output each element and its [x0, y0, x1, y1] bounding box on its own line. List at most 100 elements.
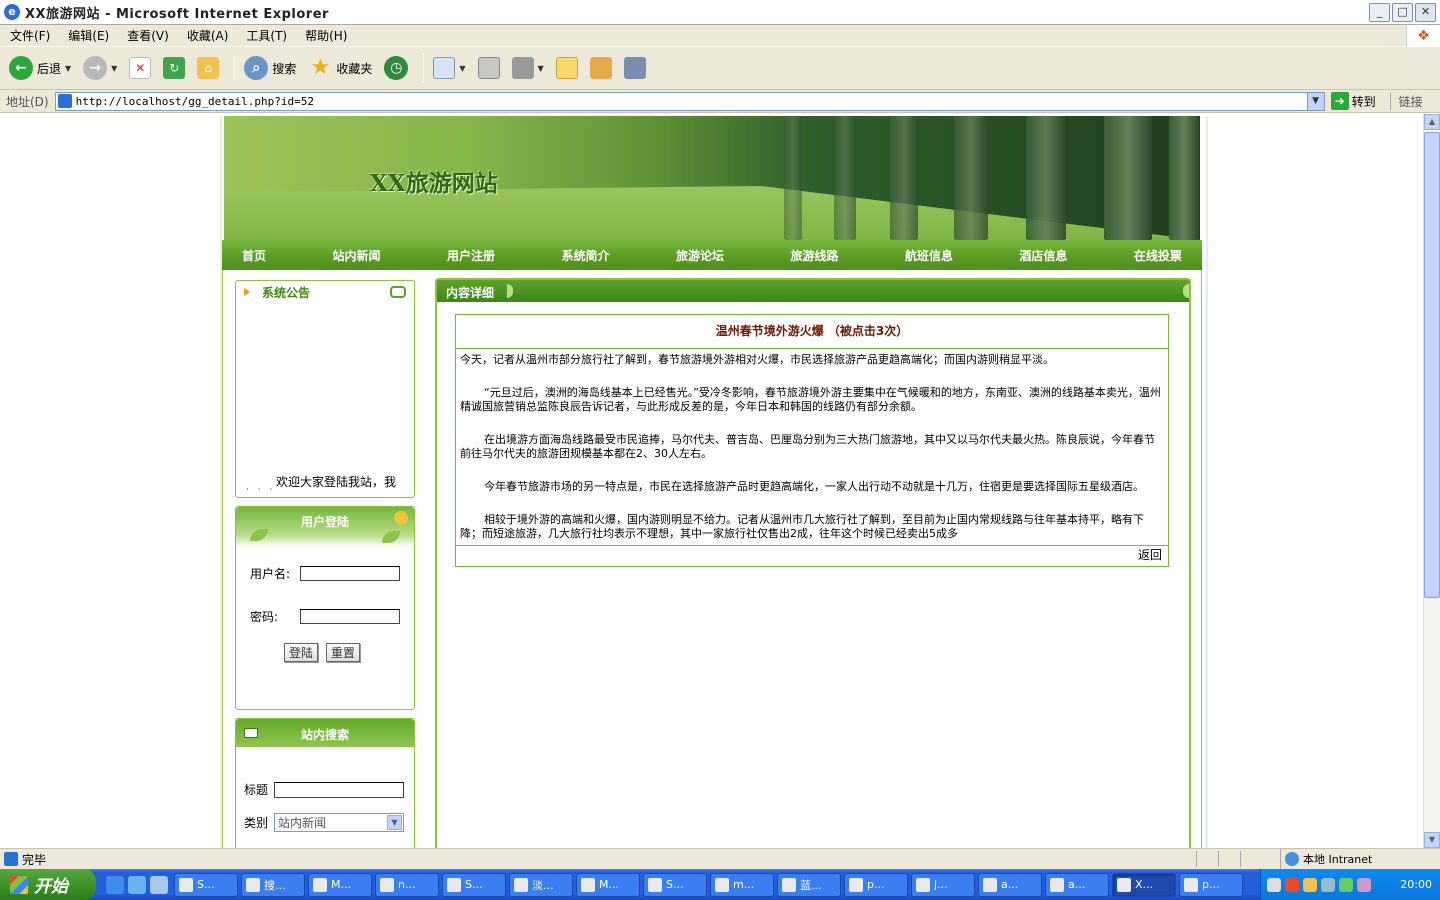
address-dropdown-icon[interactable]: ▼ [1306, 92, 1324, 110]
taskbar-item[interactable]: S... [442, 872, 506, 897]
taskbar-item-label: S... [666, 878, 684, 891]
tray-app-icon[interactable] [1285, 877, 1299, 892]
toolbar-divider [234, 53, 236, 83]
login-button[interactable]: 登陆 [284, 643, 319, 662]
tray-app-icon[interactable] [1339, 877, 1353, 892]
forward-button[interactable]: → ▼ [80, 51, 120, 85]
menu-view[interactable]: 查看(V) [127, 27, 169, 44]
history-button[interactable]: ◷ [381, 51, 411, 85]
go-button[interactable]: ➔ 转到 [1330, 92, 1376, 110]
address-url[interactable]: http://localhost/gg_detail.php?id=52 [76, 95, 314, 108]
address-input[interactable]: http://localhost/gg_detail.php?id=52 ▼ [54, 91, 1325, 111]
network-icon[interactable] [1267, 877, 1281, 892]
stop-button[interactable]: ✕ [126, 51, 154, 85]
search-button[interactable]: ⌕ 搜索 [241, 51, 299, 85]
taskbar-item[interactable]: a... [1045, 872, 1109, 897]
vertical-scrollbar[interactable]: ▲ ▼ [1423, 114, 1440, 848]
password-field[interactable] [300, 609, 400, 624]
taskbar-item-label: M... [599, 878, 619, 891]
nav-register[interactable]: 用户注册 [447, 247, 495, 264]
category-select[interactable]: 站内新闻 ▼ [274, 813, 404, 832]
taskbar-item[interactable]: p... [844, 872, 908, 897]
taskbar-item[interactable]: 淡... [509, 872, 573, 897]
favorites-button[interactable]: ★ 收藏夹 [305, 51, 375, 85]
menu-file[interactable]: 文件(F) [10, 27, 50, 44]
scroll-up-icon[interactable]: ▲ [1424, 114, 1440, 130]
menu-favorites[interactable]: 收藏(A) [187, 27, 229, 44]
toolbar-divider [423, 53, 425, 83]
main-nav: 首页 站内新闻 用户注册 系统简介 旅游论坛 旅游线路 航班信息 酒店信息 在线… [222, 240, 1202, 270]
tray-app-icon[interactable] [1303, 877, 1317, 892]
taskbar-item[interactable]: a... [978, 872, 1042, 897]
nav-vote[interactable]: 在线投票 [1134, 247, 1182, 264]
taskbar-item[interactable]: j... [911, 872, 975, 897]
note-icon [555, 57, 578, 79]
nav-home[interactable]: 首页 [242, 247, 266, 264]
volume-icon[interactable] [1357, 877, 1371, 892]
messenger-button[interactable] [621, 51, 649, 85]
reset-button[interactable]: 重置 [326, 643, 361, 662]
taskbar-item[interactable]: m... [710, 872, 774, 897]
maximize-button[interactable]: □ [1392, 3, 1413, 22]
dropdown-arrow-icon[interactable]: ▼ [111, 64, 117, 73]
taskbar-item[interactable]: 蓝... [777, 872, 841, 897]
app-icon [447, 877, 461, 892]
nav-news[interactable]: 站内新闻 [332, 247, 380, 264]
refresh-button[interactable]: ↻ [160, 51, 188, 85]
login-header: 用户登陆 [236, 507, 414, 547]
edit-button[interactable]: ▼ [509, 51, 547, 85]
minimize-button[interactable]: _ [1369, 3, 1390, 22]
home-button[interactable]: ⌂ [194, 51, 222, 85]
password-row: 密码: [250, 608, 400, 625]
link-icon [390, 286, 406, 298]
book-icon [589, 57, 612, 79]
back-button[interactable]: ← 后退 ▼ [6, 51, 74, 85]
go-label: 转到 [1351, 94, 1376, 109]
taskbar-item[interactable]: n... [375, 872, 439, 897]
chevron-down-icon[interactable]: ▼ [387, 815, 402, 830]
menu-tools[interactable]: 工具(T) [246, 27, 287, 44]
title-search-input[interactable] [274, 781, 404, 798]
taskbar-item[interactable]: M... [308, 872, 372, 897]
dropdown-arrow-icon[interactable]: ▼ [538, 64, 544, 73]
header-cap-decoration [507, 284, 513, 298]
scroll-thumb[interactable] [1424, 132, 1440, 598]
nav-routes[interactable]: 旅游线路 [790, 247, 838, 264]
discuss-button[interactable] [553, 51, 581, 85]
research-button[interactable] [587, 51, 615, 85]
nav-about[interactable]: 系统简介 [561, 247, 609, 264]
nav-forum[interactable]: 旅游论坛 [676, 247, 724, 264]
links-button[interactable]: 链接 [1389, 92, 1423, 110]
menu-edit[interactable]: 编辑(E) [68, 27, 109, 44]
print-button[interactable] [475, 51, 503, 85]
desktop-quicklaunch-icon[interactable] [128, 875, 146, 894]
menu-help[interactable]: 帮助(H) [305, 27, 347, 44]
taskbar-item[interactable]: S... [643, 872, 707, 897]
folder-icon [849, 877, 863, 892]
scroll-down-icon[interactable]: ▼ [1424, 832, 1440, 848]
taskbar-item[interactable]: M... [576, 872, 640, 897]
back-link[interactable]: 返回 [456, 546, 1168, 566]
taskbar-item[interactable]: S... [174, 872, 238, 897]
taskbar-item-active[interactable]: X... [1112, 872, 1176, 897]
banner-tree [1104, 116, 1152, 240]
clock[interactable]: 20:00 [1400, 878, 1432, 891]
username-field[interactable] [300, 566, 400, 581]
start-button[interactable]: 开始 [0, 869, 96, 900]
close-button[interactable]: ✕ [1415, 3, 1436, 22]
tray-app-icon[interactable] [1321, 877, 1335, 892]
title-label: 标题 [244, 783, 269, 797]
nav-flights[interactable]: 航班信息 [905, 247, 953, 264]
dropdown-arrow-icon[interactable]: ▼ [459, 64, 465, 73]
taskbar-item[interactable]: p... [1179, 872, 1243, 897]
mail-button[interactable]: ▼ [430, 51, 468, 85]
ie-quicklaunch-icon[interactable] [106, 875, 124, 894]
taskbar-item-label: m... [733, 878, 755, 891]
messenger-quicklaunch-icon[interactable] [150, 875, 168, 894]
dropdown-arrow-icon[interactable]: ▼ [65, 64, 71, 73]
notice-marquee[interactable]: 欢迎大家登陆我站，我 [276, 473, 396, 490]
nav-hotels[interactable]: 酒店信息 [1019, 247, 1067, 264]
article-paragraph: 相较于境外游的高端和火爆，国内游则明显不给力。记者从温州市几大旅行社了解到，至目… [460, 513, 1144, 540]
taskbar-item[interactable]: 搜... [241, 872, 305, 897]
article-paragraph: 在出境游方面海岛线路最受市民追捧，马尔代夫、普吉岛、巴厘岛分别为三大热门旅游地，… [460, 433, 1155, 460]
